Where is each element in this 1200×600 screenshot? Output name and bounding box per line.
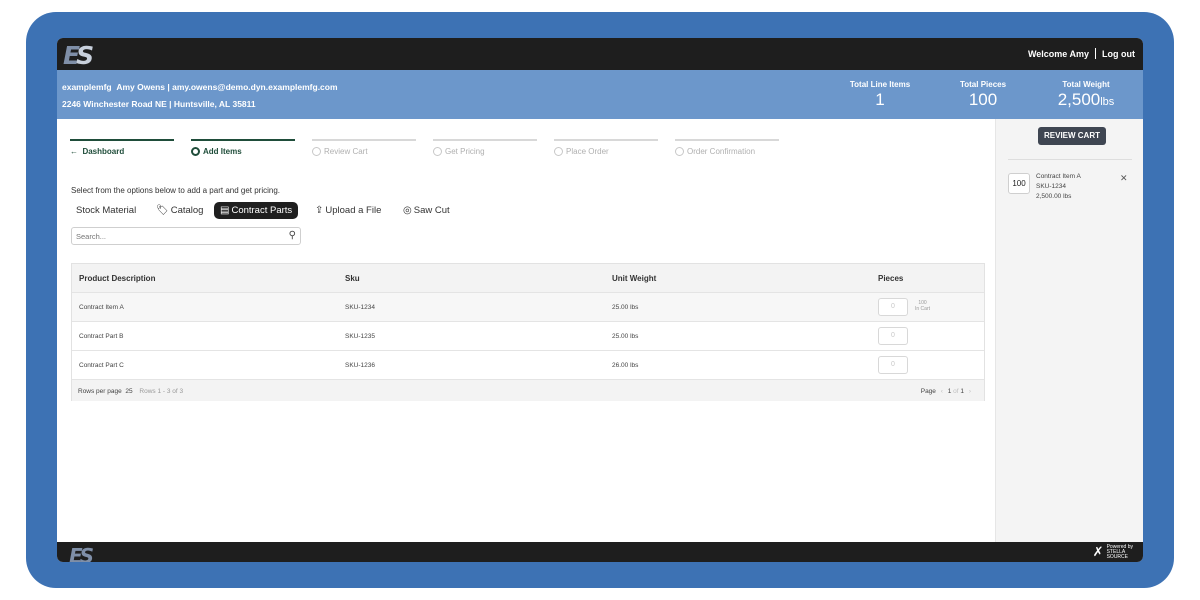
product-description: Contract Part C xyxy=(79,362,124,369)
contract-parts-table: Product Description Sku Unit Weight Piec… xyxy=(71,263,985,401)
account-address: 2246 Winchester Road NE | Huntsville, AL… xyxy=(62,99,256,109)
table-row: Contract Part B SKU-1235 25.00 lbs 0 xyxy=(72,321,984,350)
product-sku: SKU-1235 xyxy=(345,333,375,340)
step-get-pricing[interactable]: Get Pricing xyxy=(433,139,537,159)
cart-item-qty[interactable]: 100 xyxy=(1008,173,1030,194)
step-review-cart[interactable]: Review Cart xyxy=(312,139,416,159)
radio-off-icon xyxy=(675,147,684,156)
main-content: ← Dashboard Add Items Review Cart Get Pr… xyxy=(57,119,995,542)
rows-per-page: Rows per page 25 Rows 1 - 3 of 3 xyxy=(78,388,184,395)
unit-weight: 26.00 lbs xyxy=(612,362,639,369)
unit-weight: 25.00 lbs xyxy=(612,304,639,311)
user-email: amy.owens@demo.dyn.examplemfg.com xyxy=(172,82,338,92)
intro-text: Select from the options below to add a p… xyxy=(71,186,281,195)
tab-catalog[interactable]: 🏷 Catalog xyxy=(156,202,203,219)
step-place-order[interactable]: Place Order xyxy=(554,139,658,159)
unit-weight: 25.00 lbs xyxy=(612,333,639,340)
rows-summary: Rows 1 - 3 of 3 xyxy=(139,388,184,395)
divider xyxy=(1008,159,1132,160)
search-field[interactable]: ⚲ xyxy=(71,227,301,245)
es-logo[interactable]: ES xyxy=(63,41,94,70)
stat-total-line-items: Total Line Items 1 xyxy=(849,80,911,109)
footer-logo: ES xyxy=(69,544,94,562)
in-cart-indicator: 100 In Cart xyxy=(915,300,931,312)
product-description: Contract Part B xyxy=(79,333,124,340)
tab-stock-material[interactable]: Stock Material xyxy=(76,202,136,219)
product-sku: SKU-1234 xyxy=(345,304,375,311)
welcome-text: Welcome Amy xyxy=(1027,49,1089,59)
step-add-items[interactable]: Add Items xyxy=(191,139,295,159)
store-icon: ▤ xyxy=(220,205,230,216)
pagination: Page ‹ 1 of 1 › xyxy=(920,388,971,395)
product-sku: SKU-1236 xyxy=(345,362,375,369)
product-description: Contract Item A xyxy=(79,304,124,311)
table-header: Product Description Sku Unit Weight Piec… xyxy=(72,264,984,292)
footer-bar: ES ✗ Powered by STELLA SOURCE xyxy=(57,542,1143,562)
stat-total-weight: Total Weight 2,500lbs xyxy=(1057,80,1115,109)
cart-item-name: Contract Item A xyxy=(1036,173,1081,180)
column-header[interactable]: Product Description xyxy=(79,274,155,283)
cart-item-weight: 2,500.00 lbs xyxy=(1036,193,1072,200)
tab-contract-parts[interactable]: ▤ Contract Parts xyxy=(214,202,299,219)
radio-on-icon xyxy=(191,147,200,156)
saw-icon: ◎ xyxy=(403,205,412,216)
table-row: Contract Part C SKU-1236 26.00 lbs 0 xyxy=(72,350,984,379)
rows-per-page-select[interactable]: 25 xyxy=(125,388,132,395)
stat-total-pieces: Total Pieces 100 xyxy=(959,80,1007,109)
close-icon[interactable]: ✕ xyxy=(1120,173,1128,184)
chevron-left-icon[interactable]: ‹ xyxy=(941,388,943,395)
radio-off-icon xyxy=(433,147,442,156)
app-window: ES Welcome Amy Log out examplemfg Amy Owe… xyxy=(57,38,1143,562)
column-header[interactable]: Unit Weight xyxy=(612,274,656,283)
table-footer: Rows per page 25 Rows 1 - 3 of 3 Page ‹ … xyxy=(72,379,984,401)
logout-link[interactable]: Log out xyxy=(1102,49,1135,59)
cart-item: Contract Item A SKU-1234 2,500.00 lbs xyxy=(1036,172,1081,202)
cart-item-sku: SKU-1234 xyxy=(1036,183,1066,190)
column-header[interactable]: Pieces xyxy=(878,274,903,283)
tab-upload-file[interactable]: ⇪ Upload a File xyxy=(315,202,381,219)
welcome-area: Welcome Amy Log out xyxy=(1028,48,1135,59)
total-pages: 1 xyxy=(960,388,965,395)
account-bar: examplemfg Amy Owens | amy.owens@demo.dy… xyxy=(57,70,1143,119)
stella-source-logo: ✗ Powered by STELLA SOURCE xyxy=(1092,544,1133,560)
divider xyxy=(1095,48,1096,59)
user-name: Amy Owens xyxy=(116,82,165,92)
step-dashboard[interactable]: ← Dashboard xyxy=(70,139,174,159)
search-input[interactable] xyxy=(76,230,276,242)
account-line: examplemfg Amy Owens | amy.owens@demo.dy… xyxy=(62,82,338,92)
chevron-right-icon[interactable]: › xyxy=(969,388,971,395)
pieces-input[interactable]: 0 xyxy=(878,298,908,316)
company-name: examplemfg xyxy=(62,82,112,92)
table-row: Contract Item A SKU-1234 25.00 lbs 0 100… xyxy=(72,292,984,321)
current-page: 1 xyxy=(947,388,952,395)
stella-mark-icon: ✗ xyxy=(1092,544,1104,559)
search-icon[interactable]: ⚲ xyxy=(289,230,296,241)
tab-saw-cut[interactable]: ◎ Saw Cut xyxy=(403,202,450,219)
tag-icon: 🏷 xyxy=(156,205,169,216)
step-order-confirmation[interactable]: Order Confirmation xyxy=(675,139,779,159)
review-cart-button[interactable]: REVIEW CART xyxy=(1038,127,1106,145)
column-header[interactable]: Sku xyxy=(345,274,360,283)
radio-off-icon xyxy=(554,147,563,156)
radio-off-icon xyxy=(312,147,321,156)
pieces-input[interactable]: 0 xyxy=(878,356,908,374)
cart-sidebar: REVIEW CART 100 Contract Item A SKU-1234… xyxy=(995,119,1143,542)
top-bar: ES Welcome Amy Log out xyxy=(57,38,1143,70)
progress-steps: ← Dashboard Add Items Review Cart Get Pr… xyxy=(70,139,790,159)
arrow-left-icon: ← xyxy=(70,147,78,156)
upload-icon: ⇪ xyxy=(315,205,324,216)
pieces-input[interactable]: 0 xyxy=(878,327,908,345)
